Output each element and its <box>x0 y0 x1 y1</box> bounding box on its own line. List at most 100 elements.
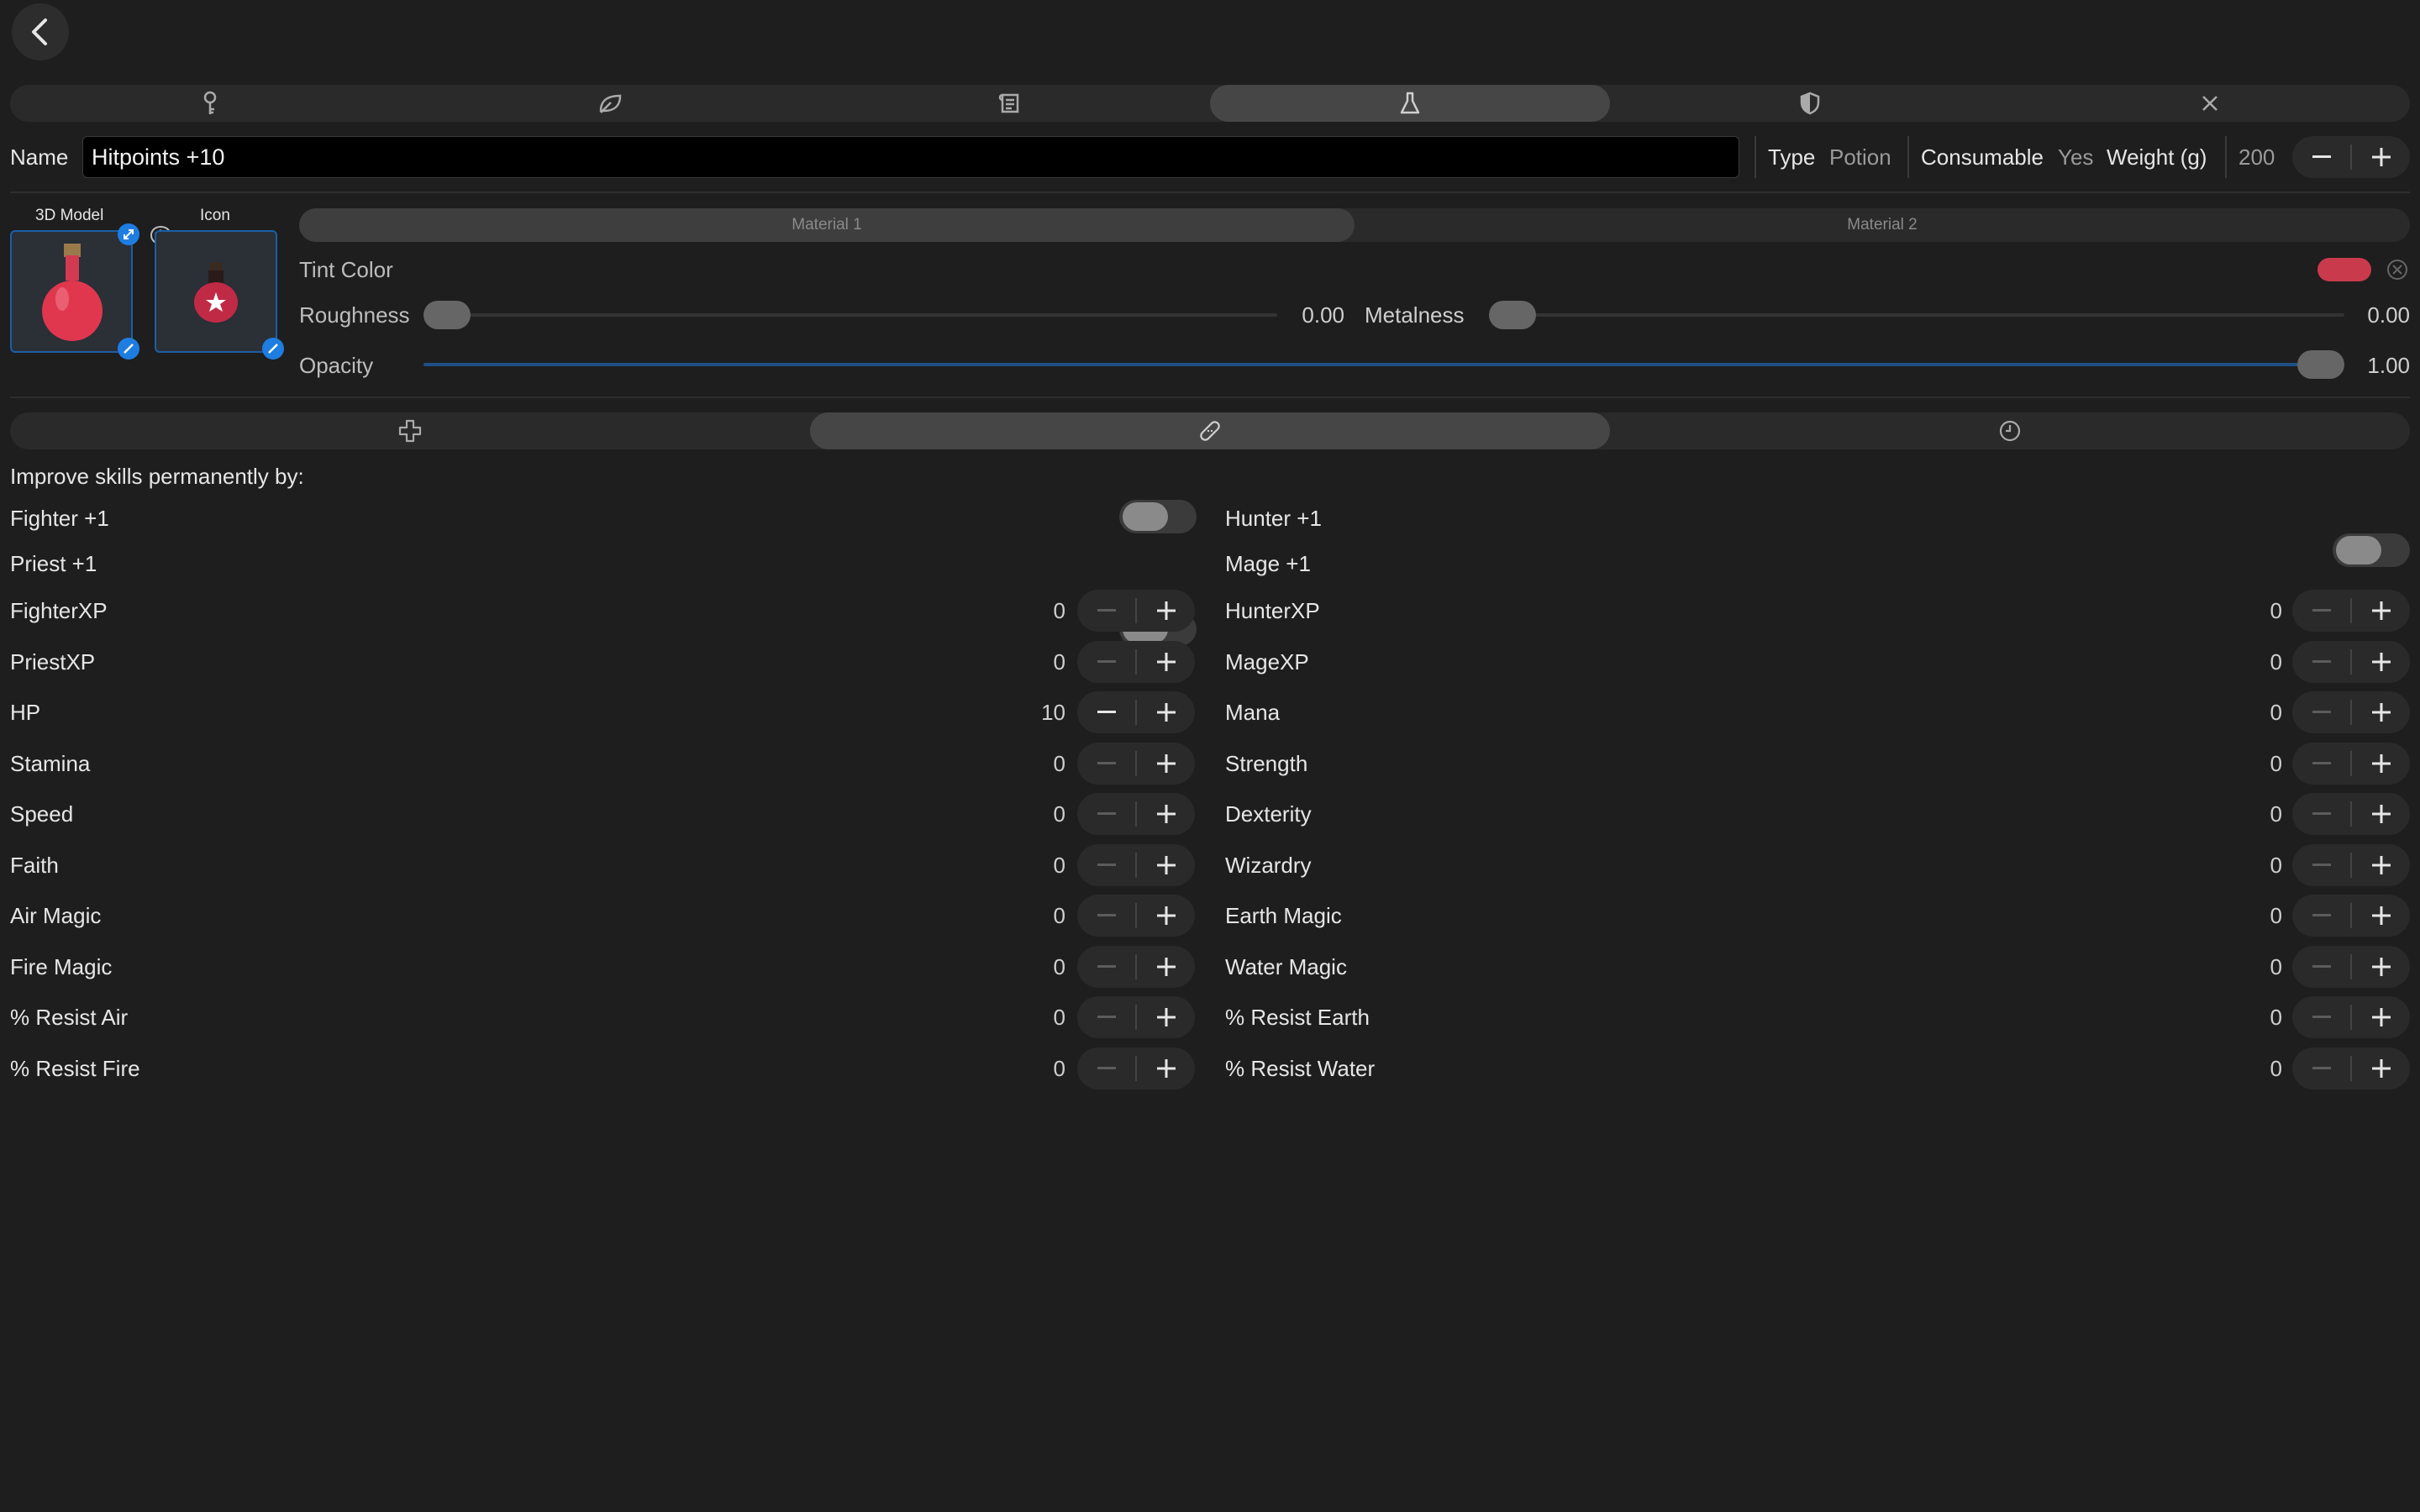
minus-icon <box>2312 1016 2331 1018</box>
increment-button[interactable] <box>1137 641 1195 683</box>
increment-button[interactable] <box>1137 895 1195 937</box>
decrement-button[interactable] <box>2292 743 2350 785</box>
increment-button[interactable] <box>1137 996 1195 1038</box>
increment-button[interactable] <box>1137 590 1195 632</box>
increment-button[interactable] <box>2352 1047 2410 1089</box>
toggle-label: Mage +1 <box>1225 551 1311 576</box>
minus-icon <box>2312 660 2331 663</box>
decrement-button[interactable] <box>1077 641 1135 683</box>
tab-bandage[interactable] <box>810 412 1610 449</box>
increment-button[interactable] <box>2352 844 2410 886</box>
material-tab-bar: Material 1 Material 2 <box>299 208 2410 242</box>
type-value[interactable]: Potion <box>1829 144 1891 171</box>
model-thumbnail[interactable] <box>10 230 133 353</box>
tab-material-1[interactable]: Material 1 <box>299 208 1355 242</box>
roughness-track <box>424 313 1277 317</box>
name-input[interactable]: Hitpoints +10 <box>82 136 1739 178</box>
increment-button[interactable] <box>2352 895 2410 937</box>
attribute-label: Mana <box>1225 700 1281 725</box>
tint-color-well[interactable] <box>2317 258 2371 281</box>
tab-leaf[interactable] <box>410 85 810 122</box>
tab-material-2[interactable]: Material 2 <box>1355 208 2410 242</box>
decrement-button[interactable] <box>1077 1047 1135 1089</box>
roughness-slider[interactable] <box>424 301 471 329</box>
decrement-button[interactable] <box>2292 996 2350 1038</box>
attribute-stepper <box>1077 895 1195 937</box>
tab-key[interactable] <box>10 85 410 122</box>
increment-button[interactable] <box>2352 793 2410 835</box>
attribute-value: 0 <box>1053 954 1065 979</box>
divider <box>1907 136 1909 178</box>
clear-tint-button[interactable] <box>2386 259 2408 285</box>
metalness-slider[interactable] <box>1489 301 1536 329</box>
scroll-icon <box>998 93 1019 113</box>
decrement-button[interactable] <box>2292 793 2350 835</box>
consumable-value[interactable]: Yes <box>2058 144 2093 171</box>
attribute-value: 0 <box>2270 903 2282 928</box>
icon-thumbnail[interactable] <box>155 230 277 353</box>
increment-button[interactable] <box>2352 641 2410 683</box>
tab-heal[interactable] <box>10 412 810 449</box>
decrement-button[interactable] <box>1077 691 1135 733</box>
decrement-button[interactable] <box>2292 590 2350 632</box>
increment-button[interactable] <box>1137 743 1195 785</box>
back-button[interactable] <box>12 3 69 60</box>
tab-shield[interactable] <box>1610 85 2010 122</box>
decrement-button[interactable] <box>1077 844 1135 886</box>
decrement-button[interactable] <box>1077 590 1135 632</box>
attribute-stepper <box>1077 844 1195 886</box>
decrement-button[interactable] <box>2292 895 2350 937</box>
increment-button[interactable] <box>2352 946 2410 988</box>
fighter-toggle[interactable] <box>1119 500 1197 533</box>
divider <box>2225 136 2227 178</box>
increment-button[interactable] <box>1137 946 1195 988</box>
plus-icon <box>2371 653 2391 671</box>
tint-color-label: Tint Color <box>299 257 393 282</box>
attribute-value: 0 <box>2270 1056 2282 1081</box>
increment-button[interactable] <box>1137 1047 1195 1089</box>
decrement-button[interactable] <box>1077 895 1135 937</box>
minus-icon <box>1097 762 1116 764</box>
attribute-stepper <box>1077 691 1195 733</box>
tab-flask[interactable] <box>1210 85 1610 122</box>
weight-decrement-button[interactable] <box>2292 136 2350 178</box>
plus-icon <box>1156 1059 1176 1078</box>
minus-icon <box>1097 711 1116 713</box>
tab-close[interactable] <box>2010 85 2410 122</box>
decrement-button[interactable] <box>1077 946 1135 988</box>
edit-icon-badge[interactable] <box>262 338 284 360</box>
increment-button[interactable] <box>1137 844 1195 886</box>
attribute-value: 0 <box>1053 853 1065 878</box>
attribute-label: Stamina <box>10 751 91 776</box>
attribute-value: 0 <box>1053 598 1065 623</box>
weight-increment-button[interactable] <box>2352 136 2410 178</box>
decrement-button[interactable] <box>2292 946 2350 988</box>
increment-button[interactable] <box>2352 743 2410 785</box>
attribute-stepper <box>1077 743 1195 785</box>
hunter-toggle[interactable] <box>2333 533 2410 567</box>
expand-badge[interactable] <box>118 223 139 245</box>
attribute-value: 0 <box>1053 1056 1065 1081</box>
plus-icon <box>2371 958 2391 976</box>
increment-button[interactable] <box>2352 691 2410 733</box>
increment-button[interactable] <box>2352 590 2410 632</box>
decrement-button[interactable] <box>2292 844 2350 886</box>
decrement-button[interactable] <box>2292 1047 2350 1089</box>
decrement-button[interactable] <box>1077 793 1135 835</box>
attribute-stepper <box>2292 996 2410 1038</box>
decrement-button[interactable] <box>2292 641 2350 683</box>
decrement-button[interactable] <box>1077 996 1135 1038</box>
increment-button[interactable] <box>1137 691 1195 733</box>
attribute-label: PriestXP <box>10 649 96 675</box>
decrement-button[interactable] <box>1077 743 1135 785</box>
attribute-label: Dexterity <box>1225 801 1312 827</box>
edit-model-badge[interactable] <box>118 338 139 360</box>
toggle-label: Hunter +1 <box>1225 506 1322 531</box>
increment-button[interactable] <box>2352 996 2410 1038</box>
increment-button[interactable] <box>1137 793 1195 835</box>
tab-duration[interactable] <box>1610 412 2410 449</box>
decrement-button[interactable] <box>2292 691 2350 733</box>
top-tab-bar <box>10 85 2410 122</box>
tab-scroll[interactable] <box>810 85 1210 122</box>
icon-label: Icon <box>200 207 230 224</box>
